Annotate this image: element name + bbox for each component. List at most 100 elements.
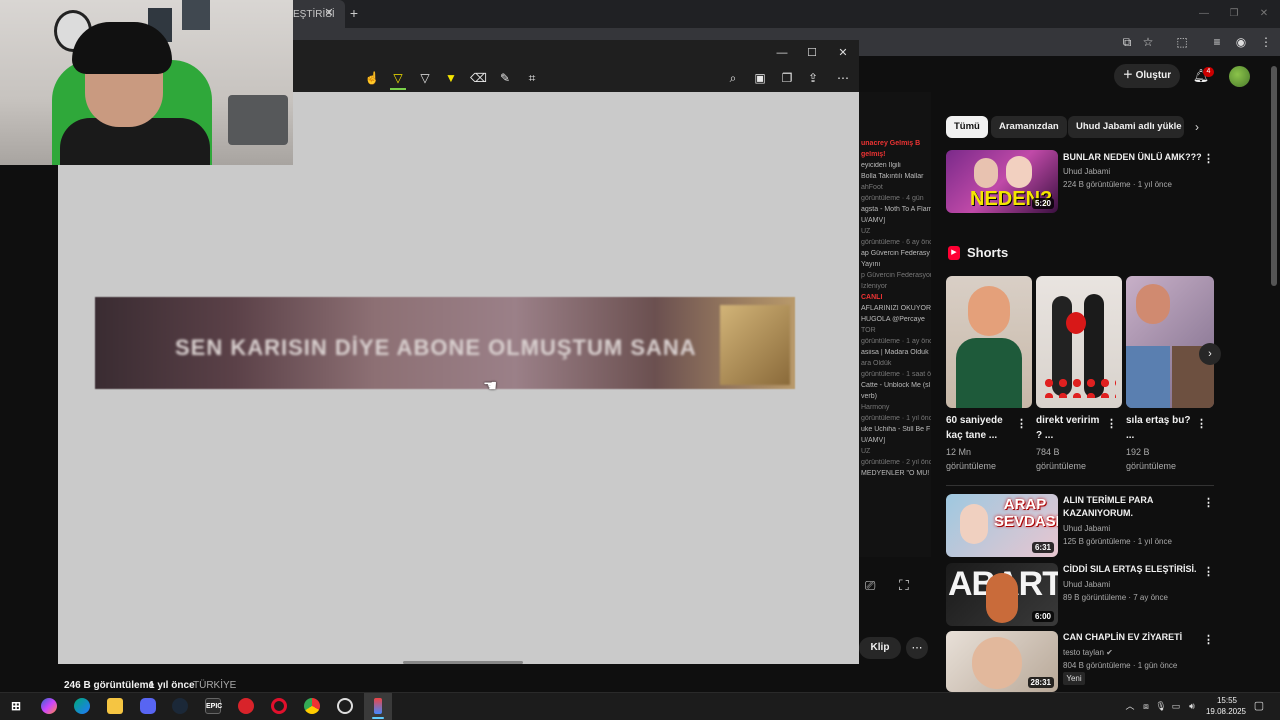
chip-from-search[interactable]: Aramanızdan (991, 116, 1067, 138)
create-button[interactable]: ＋ Oluştur (1114, 64, 1180, 88)
mic-icon[interactable]: 🎙︎ (1155, 700, 1167, 712)
taskbar-active-indicator (372, 717, 384, 719)
chip-channel-uploads[interactable]: Uhud Jabami adlı yükle (1068, 116, 1184, 138)
speedtest-icon[interactable] (337, 698, 353, 714)
volume-icon[interactable]: 🔊︎ (1186, 700, 1198, 712)
steam-icon[interactable] (172, 698, 188, 714)
video-thumbnail[interactable]: 28:31 (946, 631, 1058, 692)
short-thumbnail[interactable] (1126, 276, 1214, 408)
file-explorer-icon[interactable] (107, 698, 123, 714)
video-channel[interactable]: Uhud Jabami (1063, 165, 1110, 178)
active-app-icon[interactable] (374, 698, 382, 714)
more-vert-icon[interactable]: ⋮ (1203, 633, 1214, 647)
network-icon[interactable]: ▭ (1170, 700, 1182, 712)
video-title[interactable]: CAN CHAPLİN EV ZİYARETİ (1063, 631, 1203, 644)
short-thumbnail[interactable] (1036, 276, 1122, 408)
video-thumbnail[interactable]: ARAP SEVDASI 6:31 (946, 494, 1058, 557)
video-title[interactable]: BUNLAR NEDEN ÜNLÜ AMK??? (1063, 151, 1203, 164)
video-country[interactable]: TÜRKİYE (193, 680, 236, 691)
windows-start-icon[interactable]: ⊞ (8, 698, 24, 714)
streamer-hair (72, 22, 172, 74)
star-icon[interactable]: ☆ (1140, 34, 1156, 50)
clip-button[interactable]: Klip (859, 637, 901, 659)
video-thumbnail[interactable]: NEDEN? 5:20 (946, 150, 1058, 213)
cast-icon[interactable]: ⎚ (865, 578, 875, 594)
viewer-minimize-icon[interactable]: — (775, 46, 789, 60)
chrome-icon[interactable] (304, 698, 320, 714)
notification-center-icon[interactable]: ▢ (1253, 700, 1265, 712)
viewer-maximize-icon[interactable]: ☐ (805, 46, 819, 60)
tray-app-icon[interactable]: ⧈ (1140, 700, 1152, 712)
tray-chevron-icon[interactable]: ︿ (1124, 700, 1136, 712)
video-channel[interactable]: Uhud Jabami (1063, 522, 1110, 535)
copilot-icon[interactable] (41, 698, 57, 714)
touch-write-icon[interactable]: ☝ (364, 70, 380, 86)
ruler-icon[interactable]: ✎ (497, 70, 513, 86)
clip-label: Klip (870, 642, 890, 653)
video-thumbnail[interactable]: ABARTI 6:00 (946, 563, 1058, 626)
menu-icon[interactable]: ⋮ (1258, 34, 1274, 50)
duration-badge: 6:00 (1031, 611, 1054, 622)
more-vert-icon[interactable]: ⋮ (1203, 565, 1214, 579)
fullscreen-icon[interactable]: ⛶ (899, 577, 909, 594)
chevron-right-icon[interactable]: › (1199, 343, 1221, 365)
media-icon[interactable]: ≡ (1209, 34, 1225, 50)
video-title[interactable]: ALIN TERİMLE PARA KAZANIYORUM. (1063, 494, 1193, 520)
close-window-icon[interactable]: ✕ (1256, 6, 1272, 22)
cast-icon[interactable]: ⧉ (1119, 34, 1135, 50)
hand-cursor-icon: ☚ (483, 378, 498, 395)
video-channel[interactable]: Uhud Jabami (1063, 578, 1110, 591)
background-text-line: UZ (861, 228, 871, 235)
short-thumbnail[interactable] (946, 276, 1032, 408)
more-vert-icon[interactable]: ⋮ (1106, 417, 1117, 431)
background-text-line: Harmony (861, 404, 890, 411)
video-title[interactable]: CİDDİ SILA ERTAŞ ELEŞTİRİSİ. (1063, 563, 1203, 576)
viewer-scrollbar[interactable] (403, 661, 523, 664)
browser-tab-active[interactable]: EŞTİRİSİ (285, 0, 345, 28)
share-icon[interactable]: ⇪ (805, 70, 821, 86)
avatar[interactable] (1229, 66, 1250, 87)
clock-date[interactable]: 19.08.2025 (1201, 707, 1251, 716)
page-scrollbar[interactable] (1271, 66, 1277, 286)
more-vert-icon[interactable]: ⋮ (1203, 496, 1214, 510)
viewer-close-icon[interactable]: ✕ (836, 46, 850, 60)
new-tab-button[interactable]: + (346, 5, 362, 21)
copy-icon[interactable]: ❐ (779, 70, 795, 86)
opera-icon[interactable] (271, 698, 287, 714)
clock-time[interactable]: 15:55 (1207, 696, 1247, 705)
save-icon[interactable]: ▣ (752, 70, 768, 86)
wall-poster (182, 0, 210, 30)
profile-icon[interactable]: ◉ (1233, 34, 1249, 50)
video-channel[interactable]: testo taylan ✔ (1063, 646, 1113, 659)
video-meta: 224 B görüntüleme · 1 yıl önce (1063, 180, 1172, 189)
more-vert-icon[interactable]: ⋮ (1016, 417, 1027, 431)
more-icon[interactable]: ⋯ (835, 70, 851, 86)
more-vert-icon[interactable]: ⋮ (1203, 152, 1214, 166)
discord-icon[interactable] (140, 698, 156, 714)
chevron-right-icon[interactable]: › (1190, 120, 1204, 134)
background-text-line: görüntüleme · 6 ay önc (861, 239, 931, 246)
thumb-balloon (1066, 312, 1086, 334)
short-title[interactable]: sıla ertaş bu? ... (1126, 413, 1192, 443)
short-title[interactable]: direkt veririm ? ... (1036, 413, 1102, 443)
pen-icon[interactable]: ▽ (417, 70, 433, 86)
background-text-line: eyiciden İlgili (861, 162, 901, 169)
highlighter-icon[interactable]: ▼ (443, 70, 459, 86)
restore-icon[interactable]: ❐ (1226, 6, 1242, 22)
epic-games-icon[interactable]: EPIC (205, 698, 222, 714)
app-red-icon[interactable] (238, 698, 254, 714)
tab-close-icon[interactable]: ✕ (322, 6, 336, 20)
chip-all[interactable]: Tümü (946, 116, 988, 138)
extensions-icon[interactable]: ⬚ (1174, 34, 1190, 50)
minimize-icon[interactable]: — (1196, 6, 1212, 22)
short-title[interactable]: 60 saniyede kaç tane ... (946, 413, 1012, 443)
background-text-line: HUGOLA @Percaye (861, 316, 925, 323)
eraser-icon[interactable]: ⌫ (470, 70, 487, 86)
thumb-face (972, 637, 1022, 689)
zoom-icon[interactable]: ⌕ (725, 70, 741, 86)
more-actions-button[interactable]: ⋯ (906, 637, 928, 659)
pen-icon[interactable]: ▽ (390, 70, 406, 86)
edge-icon[interactable] (74, 698, 90, 714)
crop-icon[interactable]: ⌗ (524, 70, 540, 86)
more-vert-icon[interactable]: ⋮ (1196, 417, 1207, 431)
